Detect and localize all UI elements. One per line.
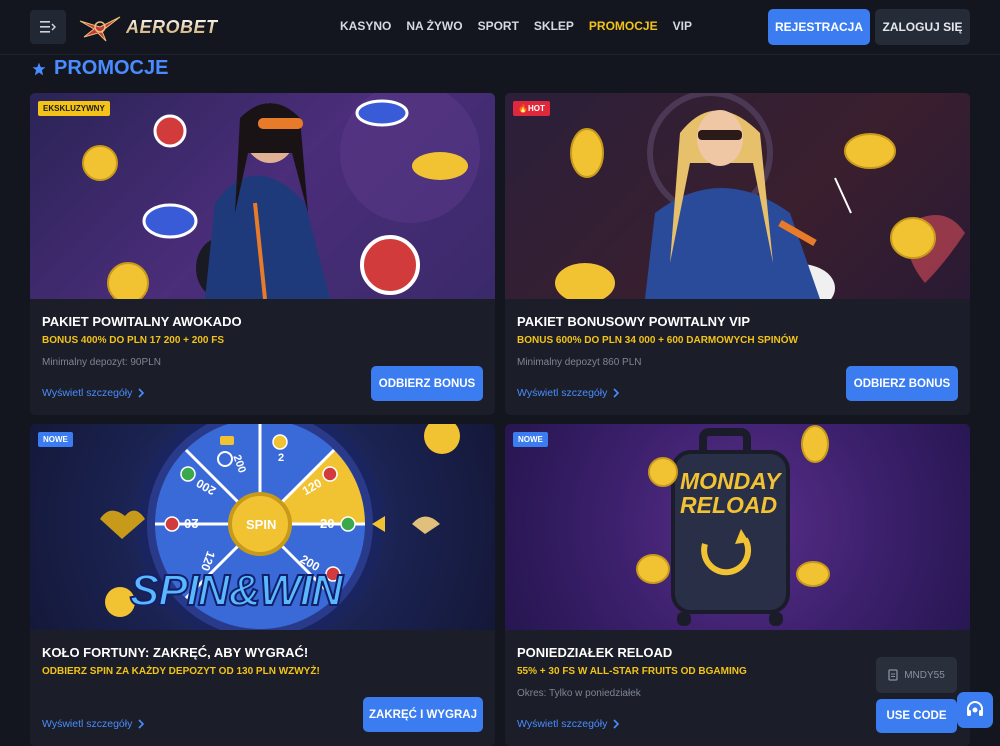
claim-bonus-button[interactable]: ODBIERZ BONUS <box>371 366 483 401</box>
promo-bonus: 55% + 30 FS W ALL-STAR FRUITS OD BGAMING <box>517 666 747 677</box>
chevron-right-icon <box>138 719 145 729</box>
star-icon <box>32 62 46 75</box>
details-link-label: Wyświetl szczegóły <box>517 387 608 399</box>
nav-sport[interactable]: SPORT <box>478 19 519 33</box>
fire-icon: 🔥 <box>518 104 528 113</box>
wheel-center-text: SPIN <box>246 517 277 532</box>
promo-title: PAKIET POWITALNY AWOKADO <box>42 314 242 329</box>
woman-pilot-vip-illustration <box>555 93 965 299</box>
promo-card-monday-reload: MONDAY RELOAD NOWE PONIEDZIAŁEK RELOAD 5… <box>505 424 970 746</box>
details-link[interactable]: Wyświetl szczegóły <box>42 387 145 399</box>
chevron-right-icon <box>613 388 620 398</box>
details-link-label: Wyświetl szczegóły <box>42 387 133 399</box>
register-button[interactable]: REJESTRACJA <box>768 9 870 45</box>
promo-min-deposit: Minimalny depozyt: 90PLN <box>42 357 161 368</box>
new-badge: NOWE <box>513 432 548 447</box>
chevron-right-icon <box>613 719 620 729</box>
headset-icon <box>967 701 983 716</box>
details-link-label: Wyświetl szczegóły <box>42 718 133 730</box>
main-nav: KASYNO NA ŻYWO SPORT SKLEP PROMOCJE VIP <box>340 19 692 33</box>
use-code-button[interactable]: USE CODE <box>876 699 957 733</box>
spin-and-win-button[interactable]: ZAKRĘĆ I WYGRAJ <box>363 697 483 732</box>
woman-pilot-illustration <box>82 93 480 299</box>
monday-text: MONDAY <box>680 468 781 494</box>
copy-icon <box>888 669 898 681</box>
promo-card-welcome: EKSKLUZYWNY PAKIET POWITALNY AWOKADO BON… <box>30 93 495 415</box>
promo-title: PONIEDZIAŁEK RELOAD <box>517 645 673 660</box>
details-link[interactable]: Wyświetl szczegóły <box>517 387 620 399</box>
wheel-value: 20 <box>184 516 199 531</box>
promo-bonus: BONUS 400% DO PLN 17 200 + 200 FS <box>42 335 225 346</box>
nav-kasyno[interactable]: KASYNO <box>340 19 391 33</box>
promo-bonus: BONUS 600% DO PLN 34 000 + 600 DARMOWYCH… <box>517 335 798 346</box>
wheel-value: 20 <box>320 516 335 531</box>
promo-card-wheel: SPIN 200 2 120 20 200 120 20 200 SPIN&WI… <box>30 424 495 746</box>
nav-vip[interactable]: VIP <box>673 19 692 33</box>
promo-title: KOŁO FORTUNY: ZAKRĘĆ, ABY WYGRAĆ! <box>42 645 309 660</box>
logo[interactable]: AEROBET <box>78 10 218 44</box>
chevron-right-icon <box>138 388 145 398</box>
details-link[interactable]: Wyświetl szczegóły <box>517 718 620 730</box>
promo-card-vip: 🔥HOT PAKIET BONUSOWY POWITALNY VIP BONUS… <box>505 93 970 415</box>
promo-code-copy[interactable]: MNDY55 <box>876 657 957 693</box>
promo-min-deposit: Minimalny depozyt 860 PLN <box>517 357 642 368</box>
wheel-value: 2 <box>278 452 285 464</box>
promo-image-welcome: EKSKLUZYWNY <box>30 93 495 299</box>
logo-text: AEROBET <box>126 16 218 37</box>
promo-image-vip: 🔥HOT <box>505 93 970 299</box>
promo-code-text: MNDY55 <box>904 669 945 681</box>
suitcase-illustration <box>636 425 830 626</box>
promo-image-wheel: SPIN 200 2 120 20 200 120 20 200 SPIN&WI… <box>30 424 495 630</box>
hot-badge: 🔥HOT <box>513 101 550 116</box>
promo-image-reload: MONDAY RELOAD NOWE <box>505 424 970 630</box>
login-button[interactable]: ZALOGUJ SIĘ <box>875 9 970 45</box>
exclusive-badge: EKSKLUZYWNY <box>38 101 110 116</box>
page-title: PROMOCJE <box>32 57 168 80</box>
nav-sklep[interactable]: SKLEP <box>534 19 574 33</box>
promo-title: PAKIET BONUSOWY POWITALNY VIP <box>517 314 751 329</box>
menu-icon <box>40 21 56 33</box>
promo-period: Okres: Tylko w poniedziałek <box>517 688 641 699</box>
nav-na-zywo[interactable]: NA ŻYWO <box>406 19 462 33</box>
claim-bonus-button[interactable]: ODBIERZ BONUS <box>846 366 958 401</box>
plane-logo-icon <box>79 16 121 42</box>
page-title-text: PROMOCJE <box>54 57 169 79</box>
promo-bonus: ODBIERZ SPIN ZA KAŻDY DEPOZYT OD 130 PLN… <box>42 666 320 677</box>
menu-toggle-button[interactable] <box>30 10 66 44</box>
support-chat-button[interactable] <box>957 692 993 728</box>
details-link[interactable]: Wyświetl szczegóły <box>42 718 145 730</box>
reload-text: RELOAD <box>680 492 778 518</box>
hot-badge-label: HOT <box>527 104 545 113</box>
new-badge: NOWE <box>38 432 73 447</box>
top-bar: AEROBET KASYNO NA ŻYWO SPORT SKLEP PROMO… <box>0 0 1000 55</box>
nav-promocje[interactable]: PROMOCJE <box>589 19 658 33</box>
details-link-label: Wyświetl szczegóły <box>517 718 608 730</box>
spin-and-win-text: SPIN&WIN <box>129 565 344 616</box>
